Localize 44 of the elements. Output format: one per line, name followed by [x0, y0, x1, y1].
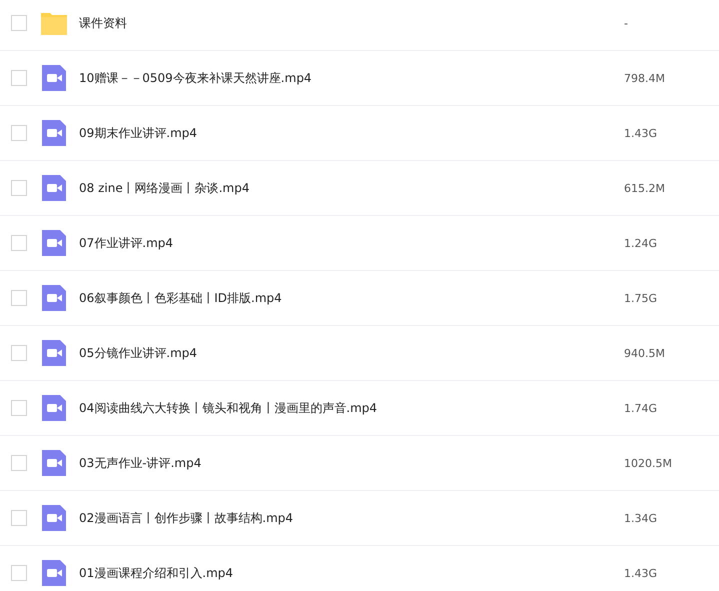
- checkbox[interactable]: [11, 400, 27, 416]
- video-file-icon: [42, 395, 66, 421]
- video-file-icon: [42, 65, 66, 91]
- file-size: 1.75G: [624, 292, 658, 304]
- file-size: 1.74G: [624, 402, 658, 414]
- file-name[interactable]: 05分镜作业讲评.mp4: [79, 344, 624, 362]
- file-name[interactable]: 07作业讲评.mp4: [79, 234, 624, 252]
- file-name[interactable]: 02漫画语言丨创作步骤丨故事结构.mp4: [79, 510, 624, 526]
- checkbox[interactable]: [11, 345, 27, 361]
- video-file-icon: [42, 505, 66, 531]
- video-file-icon: [42, 175, 66, 201]
- file-size: 940.5M: [624, 346, 666, 360]
- checkbox[interactable]: [11, 125, 27, 141]
- file-size: 1.43G: [624, 566, 658, 580]
- video-file-icon: [42, 120, 66, 146]
- checkbox[interactable]: [11, 235, 27, 251]
- video-file-icon: [42, 230, 66, 256]
- file-name[interactable]: 04阅读曲线六大转换丨镜头和视角丨漫画里的声音.mp4: [79, 400, 624, 416]
- file-size: 1.34G: [624, 512, 658, 524]
- file-name[interactable]: 09期末作业讲评.mp4: [79, 124, 624, 142]
- file-size: 1020.5M: [624, 456, 673, 470]
- checkbox[interactable]: [11, 565, 27, 581]
- checkbox[interactable]: [11, 180, 27, 196]
- file-size: 1.24G: [624, 236, 658, 250]
- video-file-icon: [42, 340, 66, 366]
- checkbox[interactable]: [11, 70, 27, 86]
- file-name[interactable]: 06叙事颜色丨色彩基础丨ID排版.mp4: [79, 290, 624, 306]
- video-file-icon: [42, 285, 66, 311]
- checkbox[interactable]: [11, 510, 27, 526]
- checkbox[interactable]: [11, 15, 27, 31]
- file-name[interactable]: 03无声作业-讲评.mp4: [79, 454, 624, 472]
- checkbox[interactable]: [11, 290, 27, 306]
- file-size: -: [624, 16, 629, 30]
- file-name[interactable]: 08 zine丨网络漫画丨杂谈.mp4: [79, 180, 624, 196]
- file-size: 798.4M: [624, 72, 666, 84]
- file-name[interactable]: 01漫画课程介绍和引入.mp4: [79, 564, 624, 582]
- file-name[interactable]: 课件资料: [79, 14, 624, 32]
- file-size: 1.43G: [624, 126, 658, 140]
- file-name[interactable]: 10赠课－－0509今夜来补课天然讲座.mp4: [79, 70, 624, 86]
- file-size: 615.2M: [624, 182, 666, 194]
- folder-icon: [41, 11, 67, 35]
- video-file-icon: [42, 560, 66, 586]
- video-file-icon: [42, 450, 66, 476]
- checkbox[interactable]: [11, 455, 27, 471]
